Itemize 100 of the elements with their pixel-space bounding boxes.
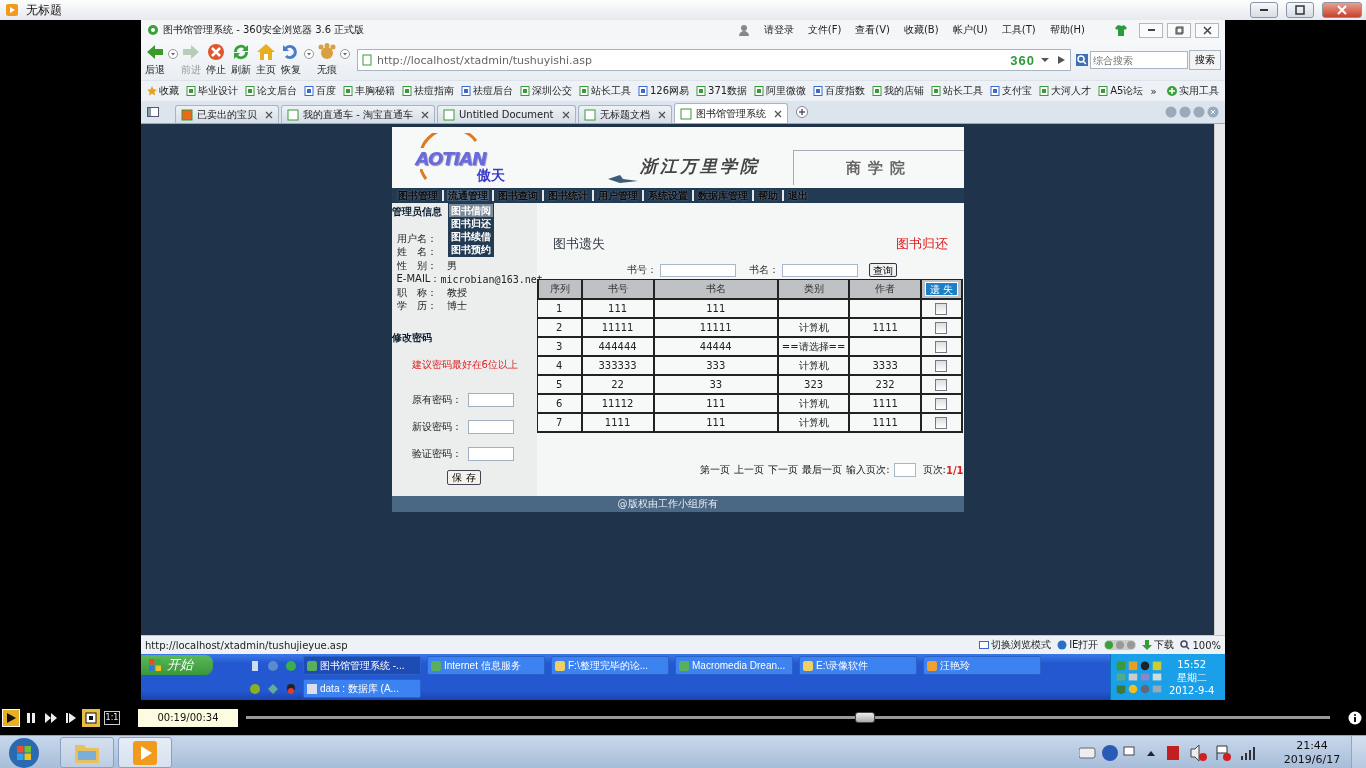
password-field[interactable]	[467, 392, 514, 407]
close-button[interactable]	[1322, 2, 1362, 18]
bookmark[interactable]: 支付宝	[988, 84, 1035, 98]
bookmark[interactable]: 我的店铺	[870, 84, 927, 98]
dropdown-item[interactable]: 图书归还	[448, 216, 493, 230]
checkbox[interactable]	[935, 321, 948, 334]
taskbar-button[interactable]: Macromedia Drean...	[675, 656, 793, 675]
bookmark[interactable]: 丰胸秘籍	[341, 84, 397, 98]
browser-tab[interactable]: Untitled Document	[436, 105, 576, 123]
maximize-button[interactable]	[1286, 2, 1314, 18]
close-icon[interactable]	[773, 109, 782, 118]
browser-tab[interactable]: 已卖出的宝贝	[175, 105, 279, 123]
pager-link[interactable]: 上一页	[734, 463, 765, 477]
close-icon[interactable]	[265, 110, 273, 119]
dropdown-item[interactable]: 图书借阅	[448, 203, 493, 217]
menu-item[interactable]: 查看(V)	[855, 23, 890, 37]
status-item[interactable]: IE打开	[1057, 638, 1099, 652]
save-button[interactable]: 保 存	[447, 470, 481, 485]
bookmark[interactable]: 大河人才	[1037, 84, 1094, 98]
bookmark[interactable]: 收藏	[145, 84, 181, 98]
password-field[interactable]	[467, 419, 514, 434]
bookmark[interactable]: 百度指数	[811, 84, 868, 98]
menu-item[interactable]: 文件(F)	[807, 23, 842, 37]
dropdown-item[interactable]: 图书预约	[448, 242, 493, 256]
taskbar-button[interactable]: F:\整理完毕的论...	[551, 656, 669, 675]
pager-link[interactable]: 第一页	[700, 463, 731, 477]
seek-thumb[interactable]	[854, 712, 875, 723]
bookmark[interactable]: 论文后台	[243, 84, 299, 98]
status-item[interactable]: 切换浏览模式	[979, 638, 1052, 652]
home-button[interactable]: 主页	[254, 43, 278, 77]
status-item[interactable]: 下载	[1142, 638, 1175, 652]
player-app-button[interactable]	[118, 737, 172, 768]
menu-item[interactable]: 帐户(U)	[952, 23, 988, 37]
actual-size-button[interactable]: 1:1	[104, 710, 120, 725]
back-button[interactable]: 后退	[143, 43, 167, 77]
quick-launch-icon[interactable]	[249, 659, 261, 672]
minimize-button[interactable]	[1139, 22, 1163, 38]
toggle-switch-icon[interactable]	[1104, 640, 1137, 650]
stop-button[interactable]: 停止	[204, 43, 228, 77]
taskbar-button[interactable]: 汪艳玲	[923, 656, 1041, 675]
bookmark[interactable]: 126网易	[636, 84, 692, 98]
minimize-button[interactable]	[1250, 2, 1278, 18]
password-field[interactable]	[467, 446, 514, 461]
checkbox[interactable]	[935, 397, 948, 410]
checkbox[interactable]	[935, 359, 948, 372]
play-button[interactable]	[2, 708, 20, 727]
more-bookmarks[interactable]: »	[1148, 85, 1159, 97]
page-input[interactable]	[893, 463, 916, 477]
query-button[interactable]: 查询	[868, 263, 897, 277]
checkbox[interactable]	[935, 302, 948, 315]
quick-launch-icon[interactable]	[285, 682, 297, 695]
bookmark[interactable]: 百度	[302, 84, 338, 98]
bookmark[interactable]: 阿里微微	[752, 84, 809, 98]
fit-button[interactable]	[82, 708, 100, 727]
scrollbar[interactable]	[1214, 124, 1225, 635]
menu-item[interactable]: 帮助(H)	[1049, 23, 1085, 37]
bookmark[interactable]: 祛痘后台	[459, 84, 515, 98]
bookmark[interactable]: 毕业设计	[184, 84, 240, 98]
sidebar-icon[interactable]	[147, 106, 159, 118]
checkbox[interactable]	[935, 378, 948, 391]
checkbox[interactable]	[935, 416, 948, 429]
bookmark[interactable]: 深圳公交	[518, 84, 574, 98]
menu-item[interactable]: 收藏(B)	[903, 23, 939, 37]
taskbar-button[interactable]: Internet 信息服务	[427, 656, 545, 675]
incognito-button[interactable]: 无痕	[315, 43, 339, 77]
browser-tab[interactable]: 图书馆管理系统	[673, 103, 788, 123]
close-icon[interactable]	[561, 110, 570, 119]
restore-button[interactable]	[1167, 22, 1191, 38]
shirt-icon[interactable]	[1115, 24, 1127, 36]
bookmark[interactable]: 站长工具	[929, 84, 986, 98]
quick-launch-icon[interactable]	[249, 682, 261, 695]
lost-button[interactable]: 遗 失	[924, 282, 958, 296]
bookmark[interactable]: A5论坛	[1096, 84, 1146, 98]
pager-link[interactable]: 最后一页	[802, 463, 843, 477]
taskbar-button[interactable]: 图书馆管理系统 -...	[303, 656, 421, 675]
menu-item[interactable]: 工具(T)	[1001, 23, 1036, 37]
address-field[interactable]: http://localhost/xtadmin/tushuyishi.asp 360	[357, 49, 1071, 71]
taskbar-button[interactable]: data : 数据库 (A...	[303, 679, 421, 698]
restore-button[interactable]: 恢复	[279, 43, 303, 77]
go-icon[interactable]	[1055, 54, 1067, 66]
return-link[interactable]: 图书归还	[895, 235, 948, 253]
search-button[interactable]: 搜索	[1189, 50, 1221, 70]
quick-launch-icon[interactable]	[267, 682, 279, 695]
new-tab-icon[interactable]	[795, 106, 808, 118]
search-field[interactable]: 综合搜索	[1090, 51, 1188, 69]
info-icon[interactable]	[1348, 710, 1362, 725]
close-icon[interactable]	[657, 110, 666, 119]
menu-item[interactable]: 请登录	[763, 23, 794, 37]
security-badge[interactable]: 360	[1010, 52, 1035, 68]
refresh-button[interactable]: 刷新	[229, 43, 253, 77]
bookmark[interactable]: 站长工具	[577, 84, 633, 98]
bookmark[interactable]: 371数据	[694, 84, 750, 98]
close-icon[interactable]	[420, 110, 429, 119]
tools-menu[interactable]: 实用工具	[1165, 84, 1221, 98]
browser-tab[interactable]: 无标题文档	[577, 105, 672, 123]
checkbox[interactable]	[935, 340, 948, 353]
bookmark[interactable]: 祛痘指南	[400, 84, 456, 98]
input-field[interactable]	[781, 263, 858, 277]
browser-tab[interactable]: 我的直通车 - 淘宝直通车	[281, 105, 435, 123]
close-button[interactable]	[1195, 22, 1219, 38]
